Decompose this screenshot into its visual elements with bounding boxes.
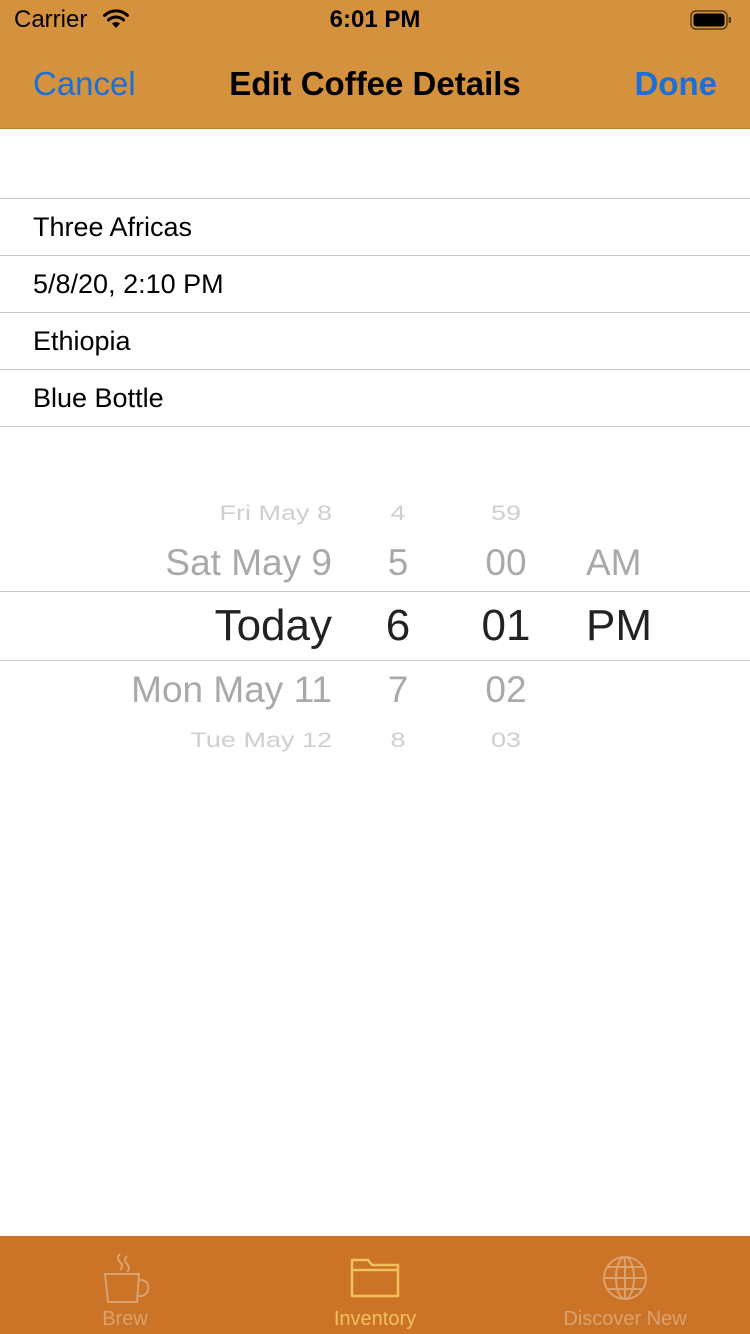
picker-ampm-option[interactable]: AM [586, 542, 642, 584]
picker-date-option[interactable]: Tue May 12 [190, 728, 332, 752]
tab-brew[interactable]: Brew [0, 1236, 250, 1334]
picker-selection-top-line [0, 591, 750, 592]
battery-icon [690, 10, 731, 30]
date-field[interactable]: 5/8/20, 2:10 PM [0, 256, 750, 313]
picker-minute-option[interactable]: 03 [476, 728, 536, 752]
tab-inventory[interactable]: Inventory [250, 1236, 500, 1334]
globe-icon [603, 1256, 647, 1300]
picker-selection-bottom-line [0, 660, 750, 661]
status-bar: Carrier 6:01 PM [0, 0, 750, 40]
picker-hour-option[interactable]: 5 [380, 542, 416, 584]
picker-hour-option[interactable]: 8 [380, 728, 416, 752]
picker-hour-selected[interactable]: 6 [380, 601, 416, 651]
tab-brew-label: Brew [102, 1308, 148, 1330]
coffee-details-form: Three Africas 5/8/20, 2:10 PM Ethiopia B… [0, 198, 750, 427]
picker-hour-option[interactable]: 4 [380, 501, 416, 525]
picker-minute-option[interactable]: 00 [476, 542, 536, 584]
status-time: 6:01 PM [329, 6, 421, 33]
roaster-field[interactable]: Blue Bottle [0, 370, 750, 427]
navigation-bar: Cancel Edit Coffee Details Done [0, 40, 750, 129]
date-time-picker[interactable]: Fri May 8 Sat May 9 Today Mon May 11 Tue… [0, 480, 750, 760]
picker-hour-option[interactable]: 7 [380, 669, 416, 711]
picker-minute-selected[interactable]: 01 [476, 601, 536, 651]
picker-date-selected[interactable]: Today [215, 601, 332, 651]
tab-discover-new-label: Discover New [563, 1308, 687, 1330]
picker-minute-option[interactable]: 59 [476, 501, 536, 525]
tab-discover-new[interactable]: Discover New [500, 1236, 750, 1334]
name-field[interactable]: Three Africas [0, 199, 750, 256]
picker-date-option[interactable]: Sat May 9 [165, 542, 332, 584]
picker-date-option[interactable]: Mon May 11 [131, 669, 332, 711]
picker-ampm-selected[interactable]: PM [586, 601, 652, 651]
folder-icon [350, 1258, 400, 1298]
origin-field[interactable]: Ethiopia [0, 313, 750, 370]
done-button[interactable]: Done [635, 65, 718, 103]
picker-minute-option[interactable]: 02 [476, 669, 536, 711]
tab-inventory-label: Inventory [333, 1308, 417, 1330]
tab-bar: Brew Inventory Discover New [0, 1236, 750, 1334]
picker-date-option[interactable]: Fri May 8 [219, 501, 332, 525]
coffee-cup-icon [103, 1253, 150, 1303]
